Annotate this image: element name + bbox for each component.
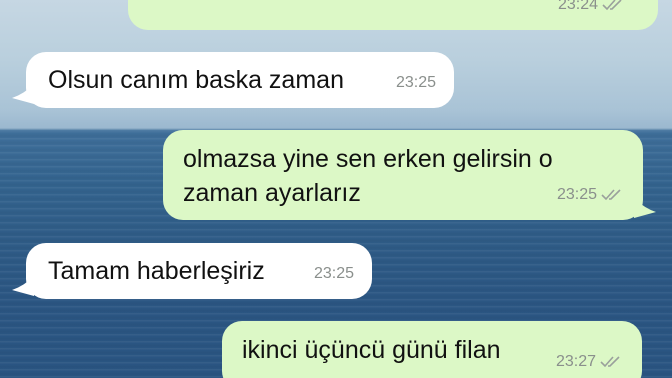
- message-outgoing[interactable]: ikinci üçüncü günü filan 23:27: [222, 321, 642, 378]
- message-time: 23:25: [313, 265, 354, 282]
- message-meta: 23:24: [558, 0, 626, 22]
- message-meta: 23:25: [396, 66, 436, 100]
- message-text-line-2: zaman ayarlarız: [183, 179, 361, 207]
- message-meta: 23:25: [557, 178, 625, 212]
- message-incoming[interactable]: Tamam haberleşiriz 23:25: [26, 243, 372, 299]
- message-time: 23:27: [555, 353, 596, 370]
- message-text: ikinci üçüncü günü filan: [242, 336, 501, 364]
- message-outgoing[interactable]: olmazsa yine sen erken gelirsin o zaman …: [163, 130, 643, 220]
- double-check-icon: [601, 189, 621, 201]
- bubble-tail: [634, 198, 656, 218]
- message-time: 23:25: [395, 74, 436, 91]
- double-check-icon: [602, 0, 622, 11]
- message-incoming[interactable]: Olsun canım baska zaman 23:25: [26, 52, 454, 108]
- message-meta: 23:27: [556, 345, 624, 378]
- message-time: 23:24: [557, 0, 598, 13]
- message-text-line-1: olmazsa yine sen erken gelirsin o: [183, 145, 553, 173]
- message-text: Olsun canım baska zaman: [48, 66, 344, 94]
- chat-conversation: 23:24 Olsun canım baska zaman 23:25 olma…: [0, 0, 672, 378]
- message-meta: 23:25: [314, 257, 354, 291]
- message-text: Tamam haberleşiriz: [48, 257, 265, 285]
- message-outgoing[interactable]: 23:24: [128, 0, 658, 30]
- message-time: 23:25: [556, 186, 597, 203]
- double-check-icon: [600, 356, 620, 368]
